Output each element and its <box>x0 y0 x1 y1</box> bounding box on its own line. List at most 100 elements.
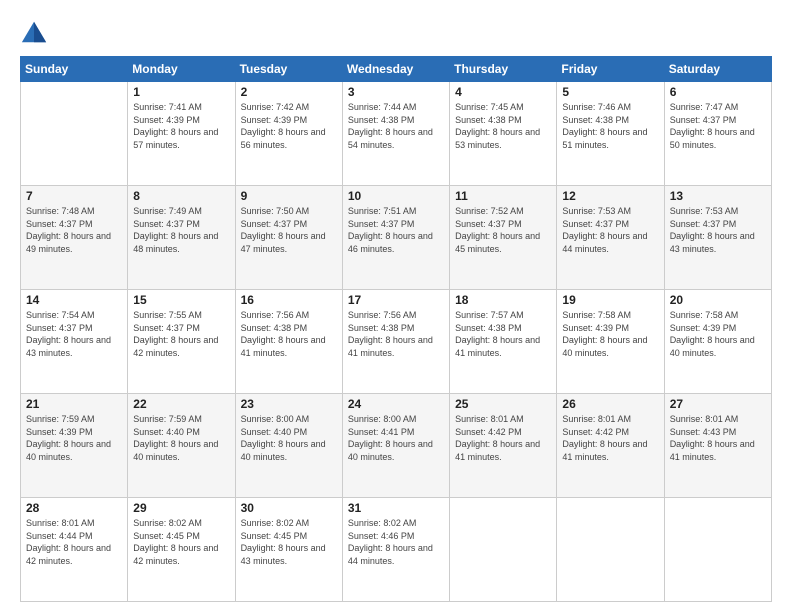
daylight-text: Daylight: 8 hours and 43 minutes. <box>241 543 326 566</box>
sunset-text: Sunset: 4:37 PM <box>133 323 200 333</box>
calendar-cell: 24 Sunrise: 8:00 AM Sunset: 4:41 PM Dayl… <box>342 394 449 498</box>
day-number: 4 <box>455 85 551 99</box>
sunrise-text: Sunrise: 8:02 AM <box>348 518 417 528</box>
sunrise-text: Sunrise: 8:01 AM <box>670 414 739 424</box>
sunset-text: Sunset: 4:37 PM <box>241 219 308 229</box>
day-number: 17 <box>348 293 444 307</box>
day-number: 16 <box>241 293 337 307</box>
daylight-text: Daylight: 8 hours and 42 minutes. <box>26 543 111 566</box>
day-number: 23 <box>241 397 337 411</box>
calendar-week-row: 1 Sunrise: 7:41 AM Sunset: 4:39 PM Dayli… <box>21 82 772 186</box>
sunset-text: Sunset: 4:40 PM <box>133 427 200 437</box>
daylight-text: Daylight: 8 hours and 48 minutes. <box>133 231 218 254</box>
day-number: 13 <box>670 189 766 203</box>
cell-info: Sunrise: 7:56 AM Sunset: 4:38 PM Dayligh… <box>241 309 337 359</box>
calendar-cell: 25 Sunrise: 8:01 AM Sunset: 4:42 PM Dayl… <box>450 394 557 498</box>
sunset-text: Sunset: 4:45 PM <box>241 531 308 541</box>
sunrise-text: Sunrise: 7:51 AM <box>348 206 417 216</box>
sunrise-text: Sunrise: 7:57 AM <box>455 310 524 320</box>
day-number: 2 <box>241 85 337 99</box>
daylight-text: Daylight: 8 hours and 42 minutes. <box>133 335 218 358</box>
day-number: 24 <box>348 397 444 411</box>
sunset-text: Sunset: 4:41 PM <box>348 427 415 437</box>
sunset-text: Sunset: 4:37 PM <box>562 219 629 229</box>
sunrise-text: Sunrise: 7:56 AM <box>348 310 417 320</box>
daylight-text: Daylight: 8 hours and 40 minutes. <box>670 335 755 358</box>
calendar-cell: 13 Sunrise: 7:53 AM Sunset: 4:37 PM Dayl… <box>664 186 771 290</box>
sunset-text: Sunset: 4:39 PM <box>26 427 93 437</box>
daylight-text: Daylight: 8 hours and 41 minutes. <box>562 439 647 462</box>
day-number: 18 <box>455 293 551 307</box>
sunrise-text: Sunrise: 7:47 AM <box>670 102 739 112</box>
calendar-cell <box>664 498 771 602</box>
daylight-text: Daylight: 8 hours and 41 minutes. <box>455 335 540 358</box>
sunrise-text: Sunrise: 7:52 AM <box>455 206 524 216</box>
daylight-text: Daylight: 8 hours and 51 minutes. <box>562 127 647 150</box>
cell-info: Sunrise: 7:49 AM Sunset: 4:37 PM Dayligh… <box>133 205 229 255</box>
daylight-text: Daylight: 8 hours and 43 minutes. <box>670 231 755 254</box>
calendar-day-header: Thursday <box>450 57 557 82</box>
calendar-week-row: 14 Sunrise: 7:54 AM Sunset: 4:37 PM Dayl… <box>21 290 772 394</box>
calendar-cell: 21 Sunrise: 7:59 AM Sunset: 4:39 PM Dayl… <box>21 394 128 498</box>
calendar-cell: 4 Sunrise: 7:45 AM Sunset: 4:38 PM Dayli… <box>450 82 557 186</box>
calendar-cell <box>21 82 128 186</box>
calendar-cell: 20 Sunrise: 7:58 AM Sunset: 4:39 PM Dayl… <box>664 290 771 394</box>
daylight-text: Daylight: 8 hours and 53 minutes. <box>455 127 540 150</box>
sunset-text: Sunset: 4:38 PM <box>455 323 522 333</box>
cell-info: Sunrise: 8:02 AM Sunset: 4:45 PM Dayligh… <box>241 517 337 567</box>
sunrise-text: Sunrise: 7:53 AM <box>670 206 739 216</box>
calendar-day-header: Sunday <box>21 57 128 82</box>
day-number: 5 <box>562 85 658 99</box>
daylight-text: Daylight: 8 hours and 40 minutes. <box>241 439 326 462</box>
calendar-cell: 10 Sunrise: 7:51 AM Sunset: 4:37 PM Dayl… <box>342 186 449 290</box>
calendar-cell <box>557 498 664 602</box>
sunrise-text: Sunrise: 7:58 AM <box>670 310 739 320</box>
sunset-text: Sunset: 4:37 PM <box>348 219 415 229</box>
cell-info: Sunrise: 7:48 AM Sunset: 4:37 PM Dayligh… <box>26 205 122 255</box>
cell-info: Sunrise: 7:58 AM Sunset: 4:39 PM Dayligh… <box>562 309 658 359</box>
day-number: 22 <box>133 397 229 411</box>
sunset-text: Sunset: 4:40 PM <box>241 427 308 437</box>
daylight-text: Daylight: 8 hours and 40 minutes. <box>562 335 647 358</box>
calendar-cell: 14 Sunrise: 7:54 AM Sunset: 4:37 PM Dayl… <box>21 290 128 394</box>
sunset-text: Sunset: 4:43 PM <box>670 427 737 437</box>
calendar-week-row: 21 Sunrise: 7:59 AM Sunset: 4:39 PM Dayl… <box>21 394 772 498</box>
day-number: 1 <box>133 85 229 99</box>
calendar-cell: 29 Sunrise: 8:02 AM Sunset: 4:45 PM Dayl… <box>128 498 235 602</box>
day-number: 19 <box>562 293 658 307</box>
calendar-cell: 19 Sunrise: 7:58 AM Sunset: 4:39 PM Dayl… <box>557 290 664 394</box>
calendar-cell: 6 Sunrise: 7:47 AM Sunset: 4:37 PM Dayli… <box>664 82 771 186</box>
calendar-cell: 17 Sunrise: 7:56 AM Sunset: 4:38 PM Dayl… <box>342 290 449 394</box>
calendar-cell: 9 Sunrise: 7:50 AM Sunset: 4:37 PM Dayli… <box>235 186 342 290</box>
sunrise-text: Sunrise: 8:02 AM <box>133 518 202 528</box>
daylight-text: Daylight: 8 hours and 41 minutes. <box>241 335 326 358</box>
calendar-cell: 30 Sunrise: 8:02 AM Sunset: 4:45 PM Dayl… <box>235 498 342 602</box>
calendar-cell: 15 Sunrise: 7:55 AM Sunset: 4:37 PM Dayl… <box>128 290 235 394</box>
calendar-day-header: Monday <box>128 57 235 82</box>
daylight-text: Daylight: 8 hours and 42 minutes. <box>133 543 218 566</box>
sunrise-text: Sunrise: 7:56 AM <box>241 310 310 320</box>
calendar-cell: 28 Sunrise: 8:01 AM Sunset: 4:44 PM Dayl… <box>21 498 128 602</box>
sunrise-text: Sunrise: 7:50 AM <box>241 206 310 216</box>
cell-info: Sunrise: 8:01 AM Sunset: 4:42 PM Dayligh… <box>562 413 658 463</box>
calendar-page: SundayMondayTuesdayWednesdayThursdayFrid… <box>0 0 792 612</box>
calendar-table: SundayMondayTuesdayWednesdayThursdayFrid… <box>20 56 772 602</box>
cell-info: Sunrise: 7:55 AM Sunset: 4:37 PM Dayligh… <box>133 309 229 359</box>
cell-info: Sunrise: 8:00 AM Sunset: 4:40 PM Dayligh… <box>241 413 337 463</box>
sunset-text: Sunset: 4:46 PM <box>348 531 415 541</box>
daylight-text: Daylight: 8 hours and 44 minutes. <box>348 543 433 566</box>
day-number: 29 <box>133 501 229 515</box>
day-number: 7 <box>26 189 122 203</box>
daylight-text: Daylight: 8 hours and 47 minutes. <box>241 231 326 254</box>
sunset-text: Sunset: 4:38 PM <box>455 115 522 125</box>
daylight-text: Daylight: 8 hours and 41 minutes. <box>670 439 755 462</box>
day-number: 10 <box>348 189 444 203</box>
calendar-day-header: Wednesday <box>342 57 449 82</box>
daylight-text: Daylight: 8 hours and 46 minutes. <box>348 231 433 254</box>
sunset-text: Sunset: 4:45 PM <box>133 531 200 541</box>
sunrise-text: Sunrise: 7:54 AM <box>26 310 95 320</box>
day-number: 28 <box>26 501 122 515</box>
cell-info: Sunrise: 7:45 AM Sunset: 4:38 PM Dayligh… <box>455 101 551 151</box>
cell-info: Sunrise: 7:59 AM Sunset: 4:39 PM Dayligh… <box>26 413 122 463</box>
calendar-header-row: SundayMondayTuesdayWednesdayThursdayFrid… <box>21 57 772 82</box>
